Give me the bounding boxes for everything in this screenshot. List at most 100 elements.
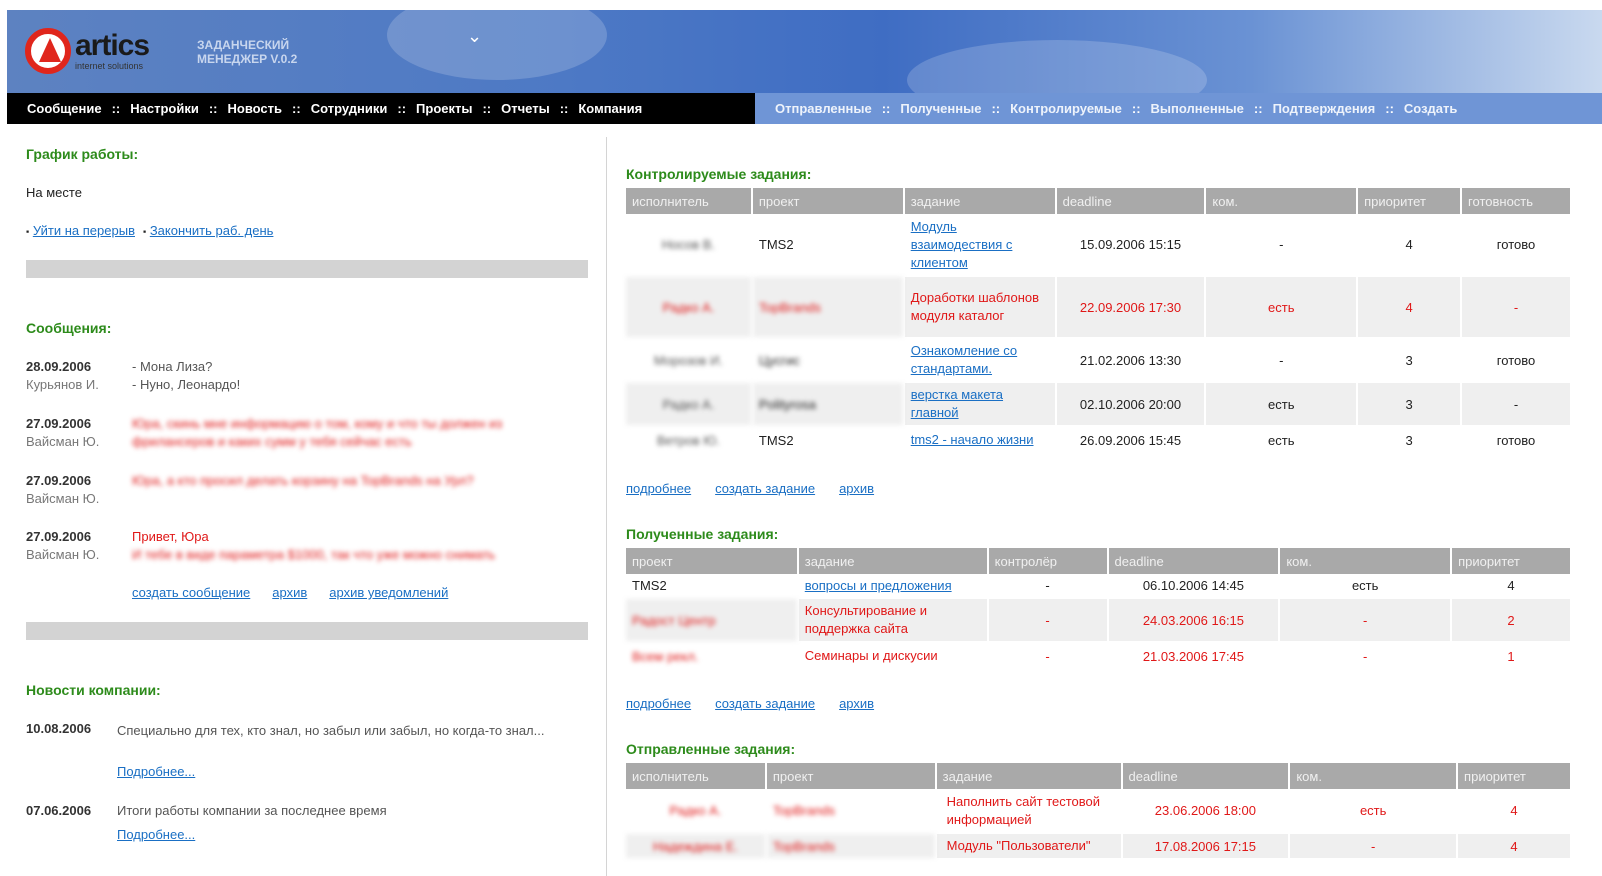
column-header[interactable]: проект [765, 763, 937, 789]
column-header[interactable]: контролёр [987, 548, 1109, 574]
column-header[interactable]: deadline [1055, 188, 1207, 214]
column-header[interactable]: ком. [1205, 188, 1359, 214]
column-header[interactable]: приоритет [1451, 548, 1572, 574]
table-row[interactable]: Радко А. TopBrands Доработки шаблонов моду… [626, 276, 1572, 339]
news-date: 10.08.2006 [26, 721, 92, 736]
deadline-cell: 21.03.2006 17:45 [1107, 642, 1281, 671]
controller-cell: - [987, 574, 1109, 599]
comment-cell: - [1289, 833, 1459, 860]
column-header[interactable]: задание [935, 763, 1123, 789]
table-row[interactable]: Ветров Ю. TMS2 tms2 - начало жизни 26.09.20… [626, 426, 1572, 455]
message-author: Вайсман Ю. [26, 547, 100, 562]
task-cell: верстка макета главной [903, 382, 1057, 427]
news-title: Новости компании: [26, 682, 161, 698]
comment-cell: - [1205, 214, 1359, 277]
priority-cell: 4 [1457, 833, 1572, 860]
controller-cell: - [987, 598, 1109, 643]
column-header[interactable]: deadline [1121, 763, 1291, 789]
table-row[interactable]: Радост Центр Консультирование и поддержка… [626, 598, 1572, 643]
logo[interactable]: artics internet solutions [25, 28, 150, 74]
tasks-nav-item[interactable]: Создать [1404, 101, 1457, 116]
priority-cell: 4 [1451, 574, 1572, 599]
column-header[interactable]: исполнитель [626, 188, 753, 214]
end-day-link[interactable]: Закончить раб. день [150, 223, 274, 238]
news-more-link[interactable]: Подробнее... [117, 827, 195, 842]
task-link[interactable]: верстка макета главной [911, 387, 1003, 420]
task-cell: tms2 - начало жизни [903, 426, 1057, 455]
column-header[interactable]: ком. [1279, 548, 1453, 574]
nav-separator: :: [881, 101, 891, 116]
details-link[interactable]: подробнее [626, 696, 691, 711]
tasks-nav-item[interactable]: Подтверждения [1273, 101, 1376, 116]
task-link[interactable]: Наполнить сайт тестовой информацией [947, 794, 1100, 827]
table-row[interactable]: Морозов И. Цусгис Ознакомление со стандарт… [626, 338, 1572, 383]
executor-cell: Надеждина Е. [626, 833, 767, 860]
create-message-link[interactable]: создать сообщение [132, 585, 250, 600]
main-nav-item[interactable]: Компания [578, 101, 642, 116]
task-link[interactable]: Семинары и дискусии [805, 648, 938, 663]
details-link[interactable]: подробнее [626, 481, 691, 496]
create-task-link[interactable]: создать задание [715, 696, 815, 711]
task-link[interactable]: Доработки шаблонов модуля каталог [911, 290, 1039, 323]
table-row[interactable]: TMS2 вопросы и предложения -06.10.2006 14:… [626, 574, 1572, 599]
task-link[interactable]: Ознакомление со стандартами. [911, 343, 1017, 376]
tasks-nav-item[interactable]: Полученные [900, 101, 981, 116]
column-header[interactable]: готовность [1461, 188, 1572, 214]
deadline-cell: 02.10.2006 20:00 [1055, 382, 1207, 427]
task-link[interactable]: Модуль "Пользователи" [947, 838, 1091, 853]
comment-cell: - [1205, 338, 1359, 383]
executor-cell: Ветров Ю. [626, 426, 753, 455]
messages-title: Сообщения: [26, 320, 112, 336]
column-header[interactable]: задание [797, 548, 989, 574]
deadline-cell: 24.03.2006 16:15 [1107, 598, 1281, 643]
nav-separator: :: [292, 101, 301, 116]
column-header[interactable]: deadline [1107, 548, 1281, 574]
break-link[interactable]: Уйти на перерыв [33, 223, 135, 238]
archive-link[interactable]: архив [839, 481, 874, 496]
column-header[interactable]: проект [751, 188, 905, 214]
deadline-cell: 21.02.2006 13:30 [1055, 338, 1207, 383]
task-cell: Консультирование и поддержка сайта [797, 598, 989, 643]
tasks-nav-item[interactable]: Отправленные [775, 101, 872, 116]
task-link[interactable]: tms2 - начало жизни [911, 432, 1034, 447]
main-nav: Сообщение:: Настройки:: Новость:: Сотрудник… [7, 93, 755, 124]
task-link[interactable]: вопросы и предложения [805, 578, 952, 593]
table-row[interactable]: Надеждина Е. TopBrands Модуль "Пользовател… [626, 833, 1572, 860]
news-more-link[interactable]: Подробнее... [117, 764, 195, 779]
main-nav-item[interactable]: Проекты [416, 101, 472, 116]
column-header[interactable]: задание [903, 188, 1057, 214]
main-nav-item[interactable]: Сообщение [27, 101, 102, 116]
archive-link[interactable]: архив [839, 696, 874, 711]
deadline-cell: 23.06.2006 18:00 [1121, 789, 1291, 834]
task-cell: Модуль "Пользователи" [935, 833, 1123, 860]
task-link[interactable]: Консультирование и поддержка сайта [805, 603, 927, 636]
tasks-nav-item[interactable]: Выполненные [1151, 101, 1244, 116]
column-header[interactable]: приоритет [1457, 763, 1572, 789]
create-task-link[interactable]: создать задание [715, 481, 815, 496]
column-header[interactable]: проект [626, 548, 799, 574]
main-nav-item[interactable]: Настройки [130, 101, 199, 116]
task-cell: Семинары и дискусии [797, 642, 989, 671]
table-row[interactable]: Всем рекл. Семинары и дискусии -21.03.2006… [626, 642, 1572, 671]
comment-cell: есть [1205, 382, 1359, 427]
task-cell: Ознакомление со стандартами. [903, 338, 1057, 383]
priority-cell: 4 [1457, 789, 1572, 834]
table-row[interactable]: Радко А. Polityrosa верстка макета главной… [626, 382, 1572, 427]
deadline-cell: 17.08.2006 17:15 [1121, 833, 1291, 860]
column-header[interactable]: ком. [1289, 763, 1459, 789]
column-header[interactable]: приоритет [1357, 188, 1463, 214]
main-nav-item[interactable]: Сотрудники [311, 101, 388, 116]
task-link[interactable]: Модуль взаимодествия с клиентом [911, 219, 1013, 270]
notifications-archive-link[interactable]: архив уведомлений [329, 585, 448, 600]
nav-separator: :: [991, 101, 1001, 116]
main-nav-item[interactable]: Отчеты [501, 101, 550, 116]
received-table: проект задание контролёр deadline ком. приори… [626, 548, 1572, 671]
comment-cell: есть [1205, 276, 1359, 339]
tasks-nav-item[interactable]: Контролируемые [1010, 101, 1122, 116]
table-row[interactable]: Радко А. TopBrands Наполнить сайт тестовой… [626, 789, 1572, 834]
main-nav-item[interactable]: Новость [228, 101, 283, 116]
messages-archive-link[interactable]: архив [272, 585, 307, 600]
column-header[interactable]: исполнитель [626, 763, 767, 789]
news-date: 07.06.2006 [26, 803, 92, 818]
table-row[interactable]: Носов В. TMS2 Модуль взаимодествия с клиен… [626, 214, 1572, 277]
